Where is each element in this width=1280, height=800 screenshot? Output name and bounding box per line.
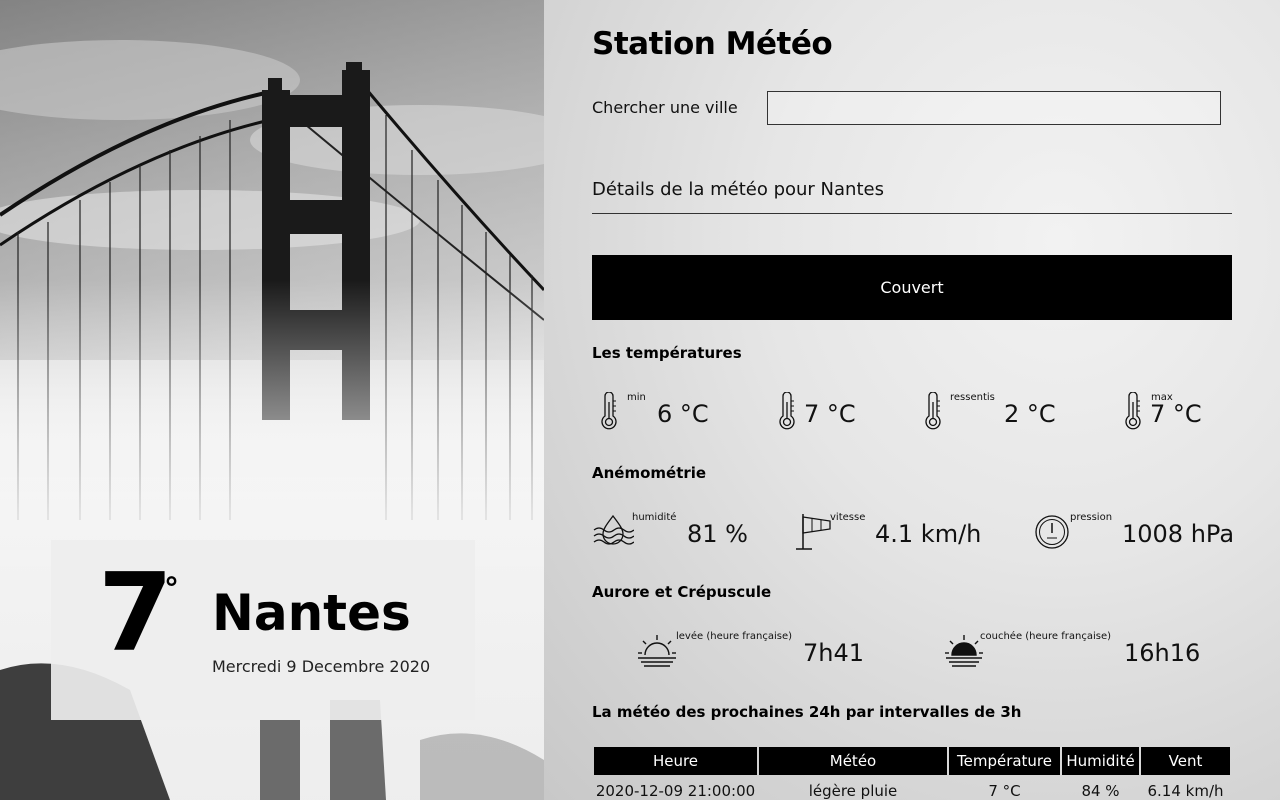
pressure-value: 1008 hPa [1122,520,1235,548]
temp-min-label: min [627,392,646,403]
col-humidite: Humidité [1062,747,1139,775]
weather-condition-banner: Couvert [592,255,1232,320]
temperatures-heading: Les températures [592,344,742,362]
humidity-value: 81 % [687,520,748,548]
city-search-input[interactable] [767,91,1221,125]
temp-max: max 7 °C [1120,392,1232,432]
windsock-icon [796,514,831,550]
details-heading: Détails de la météo pour Nantes [592,179,884,200]
current-date: Mercredi 9 Decembre 2020 [212,657,431,676]
forecast-heading: La météo des prochaines 24h par interval… [592,703,1022,721]
temp-feels-like: ressentis 2 °C [920,392,1060,432]
city-name: Nantes [212,584,411,642]
col-vent: Vent [1141,747,1230,775]
pressure-label: pression [1070,512,1113,523]
wind-speed-label: vitesse [830,512,866,523]
temp-feels-like-label: ressentis [950,392,995,403]
wind-speed: vitesse 4.1 km/h [794,512,982,552]
cell-meteo: légère pluie [808,782,898,800]
table-row: 2020-12-09 21:00:00 légère pluie 7 °C 84… [594,777,1230,800]
temp-feels-like-value: 2 °C [1004,400,1056,428]
sunset-label: couchée (heure française) [980,631,1111,642]
sunrise-value: 7h41 [803,639,865,667]
forecast-table: Heure Météo Température Humidité Vent 20… [592,745,1232,800]
weather-details-panel: Station Météo Chercher une ville Détails… [544,0,1280,800]
humidity: humidité 81 % [592,512,748,552]
thermometer-icon [779,392,795,430]
background-photo: 7 ° Nantes Mercredi 9 Decembre 2020 [0,0,544,800]
thermometer-icon [1125,392,1141,430]
weather-condition: Couvert [880,278,944,297]
sunset-value: 16h16 [1124,639,1201,667]
temp-max-value: 7 °C [1150,400,1202,428]
humidity-label: humidité [632,512,677,523]
sunrise-label: levée (heure française) [676,631,793,642]
degree-symbol: ° [164,572,179,607]
cell-humidite: 84 % [1081,782,1120,800]
current-temperature: 7 [98,551,173,676]
table-header-row: Heure Météo Température Humidité Vent [594,747,1230,775]
search-label: Chercher une ville [592,98,738,117]
divider [592,213,1232,214]
sun-heading: Aurore et Crépuscule [592,583,772,601]
sunset-icon [945,635,983,667]
thermometer-icon [601,392,617,430]
sunset: couchée (heure française) 16h16 [944,631,1204,671]
col-heure: Heure [594,747,757,775]
col-meteo: Météo [759,747,947,775]
temp-current: 7 °C [774,392,864,432]
cell-temperature: 7 °C [988,782,1021,800]
temp-min: min 6 °C [596,392,716,432]
sunrise-icon [638,635,676,667]
cell-vent: 6.14 km/h [1147,782,1224,800]
temp-current-value: 7 °C [804,400,856,428]
thermometer-icon [925,392,941,430]
pressure: pression 1008 hPa [1034,512,1235,552]
col-temperature: Température [949,747,1060,775]
cell-heure: 2020-12-09 21:00:00 [595,782,756,800]
sunrise: levée (heure française) 7h41 [635,631,865,671]
wind-speed-value: 4.1 km/h [875,520,982,548]
barometer-icon [1035,515,1069,549]
anemometry-heading: Anémométrie [592,464,707,482]
temp-min-value: 6 °C [657,400,709,428]
page-title: Station Météo [592,26,833,62]
humidity-icon [593,514,634,545]
